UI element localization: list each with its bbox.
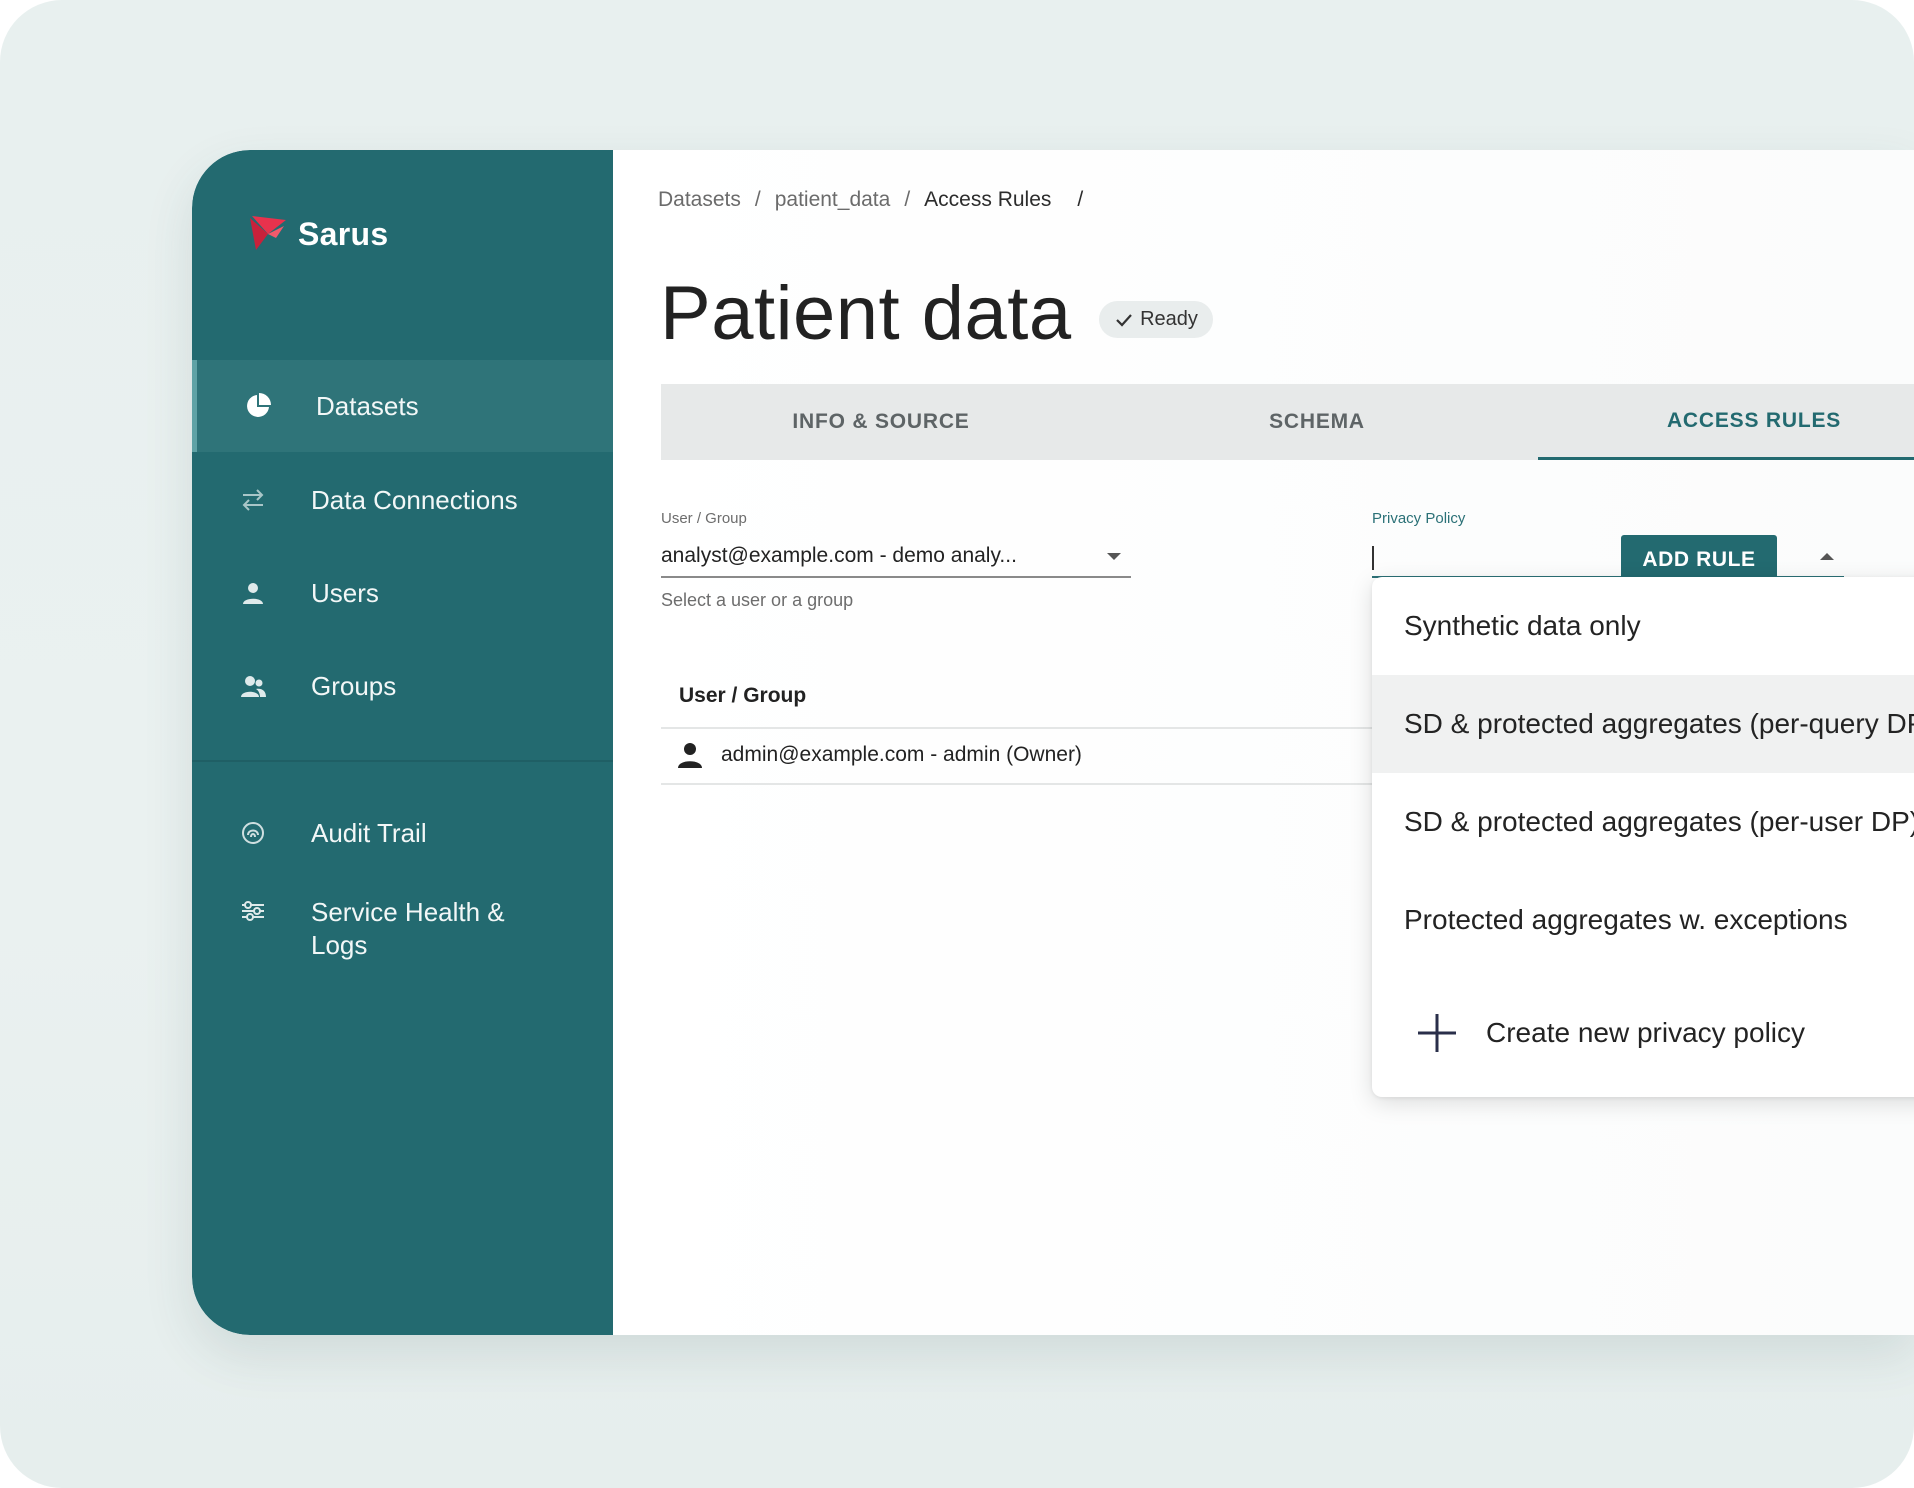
sarus-bird-logo-icon bbox=[250, 216, 286, 250]
sidebar-item-label: Datasets bbox=[316, 390, 419, 421]
tab-info-source[interactable]: INFO & SOURCE bbox=[661, 384, 1101, 460]
sidebar-item-groups[interactable]: Groups bbox=[192, 640, 613, 732]
breadcrumb-separator: / bbox=[904, 188, 911, 211]
breadcrumb-link-datasets[interactable]: Datasets bbox=[658, 188, 741, 212]
sidebar-item-audit-trail[interactable]: Audit Trail bbox=[192, 787, 613, 879]
breadcrumb: Datasets / patient_data / Access Rules / bbox=[658, 188, 1083, 212]
sidebar-divider bbox=[192, 760, 613, 762]
create-privacy-policy-option[interactable]: Create new privacy policy bbox=[1372, 984, 1914, 1082]
user-group-value: analyst@example.com - demo analy... bbox=[661, 544, 1017, 567]
user-icon bbox=[240, 580, 266, 606]
privacy-policy-label: Privacy Policy bbox=[1372, 510, 1466, 527]
tab-bar: INFO & SOURCE SCHEMA ACCESS RULES bbox=[661, 384, 1914, 460]
app-window: Sarus Datasets Data Connections Users Gr bbox=[192, 150, 1914, 1335]
plus-icon bbox=[1418, 1014, 1456, 1052]
sidebar-item-users[interactable]: Users bbox=[192, 547, 613, 639]
table-header-user-group: User / Group bbox=[679, 684, 807, 707]
dropdown-option[interactable]: SD & protected aggregates (per-user DP) bbox=[1372, 773, 1914, 871]
sidebar: Sarus Datasets Data Connections Users Gr bbox=[192, 150, 613, 1335]
main-content: Datasets / patient_data / Access Rules /… bbox=[613, 150, 1914, 1335]
sidebar-item-label: Groups bbox=[311, 670, 397, 701]
tab-schema[interactable]: SCHEMA bbox=[1101, 384, 1533, 460]
sidebar-item-service-health[interactable]: Service Health & Logs bbox=[192, 880, 613, 990]
sidebar-item-label: Users bbox=[311, 577, 379, 608]
sidebar-item-label: Service Health & Logs bbox=[311, 897, 505, 960]
dropdown-option[interactable]: Synthetic data only bbox=[1372, 577, 1914, 675]
caret-down-icon bbox=[1107, 553, 1121, 560]
app-name: Sarus bbox=[298, 215, 389, 252]
table-row[interactable]: admin@example.com - admin (Owner) bbox=[675, 740, 1082, 770]
breadcrumb-separator: / bbox=[754, 188, 761, 211]
dropdown-option[interactable]: Protected aggregates w. exceptions bbox=[1372, 871, 1914, 969]
check-icon bbox=[1116, 313, 1132, 327]
user-group-select[interactable]: analyst@example.com - demo analy... bbox=[661, 540, 1131, 578]
swap-arrows-icon bbox=[240, 487, 266, 513]
caret-up-icon bbox=[1820, 553, 1834, 560]
status-badge: Ready bbox=[1099, 301, 1213, 338]
page-title: Patient data bbox=[660, 271, 1072, 356]
fingerprint-icon bbox=[240, 820, 266, 846]
pie-chart-icon bbox=[245, 393, 271, 419]
table-cell-user: admin@example.com - admin (Owner) bbox=[721, 743, 1082, 766]
group-icon bbox=[240, 673, 266, 699]
user-group-helper: Select a user or a group bbox=[661, 590, 854, 610]
breadcrumb-link-patient-data[interactable]: patient_data bbox=[775, 188, 891, 212]
sidebar-item-datasets[interactable]: Datasets bbox=[192, 360, 613, 452]
sliders-icon bbox=[240, 898, 266, 924]
tab-access-rules[interactable]: ACCESS RULES bbox=[1538, 384, 1914, 460]
breadcrumb-current: Access Rules bbox=[924, 188, 1052, 211]
person-icon bbox=[678, 743, 702, 768]
sidebar-item-data-connections[interactable]: Data Connections bbox=[192, 454, 613, 546]
status-badge-label: Ready bbox=[1140, 308, 1198, 330]
privacy-policy-dropdown: Synthetic data only SD & protected aggre… bbox=[1372, 577, 1914, 1097]
text-cursor bbox=[1372, 546, 1374, 570]
sidebar-item-label: Audit Trail bbox=[311, 817, 427, 848]
breadcrumb-separator: / bbox=[1077, 188, 1084, 211]
sidebar-item-label: Data Connections bbox=[311, 484, 518, 515]
create-privacy-policy-label: Create new privacy policy bbox=[1486, 1017, 1806, 1048]
user-group-label: User / Group bbox=[661, 510, 747, 527]
dropdown-option-highlighted[interactable]: SD & protected aggregates (per-query DP) bbox=[1372, 675, 1914, 773]
logo[interactable]: Sarus bbox=[246, 212, 388, 256]
